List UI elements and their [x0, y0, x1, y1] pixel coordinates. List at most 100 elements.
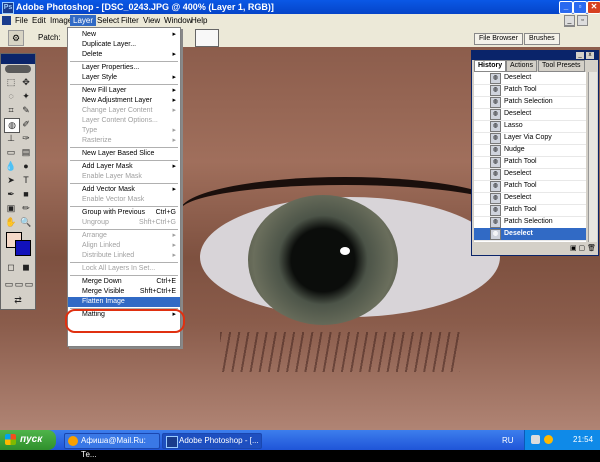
menu-edit[interactable]: Edit [29, 15, 49, 26]
layer-menu-item-add-layer-mask[interactable]: Add Layer Mask ▸ [68, 162, 180, 172]
menu-help[interactable]: Help [188, 15, 210, 26]
hand-tool-icon[interactable]: ✋ [4, 216, 18, 229]
history-brush-tool-icon[interactable]: ✑ [19, 132, 33, 145]
taskbar-item-photoshop[interactable]: Adobe Photoshop - [... [162, 433, 262, 449]
layer-menu-item-add-vector-mask[interactable]: Add Vector Mask ▸ [68, 185, 180, 195]
shape-tool-icon[interactable]: ■ [19, 188, 33, 201]
slice-tool-icon[interactable]: ✎ [19, 104, 33, 117]
history-state-row[interactable]: ◍ Deselect [474, 168, 586, 181]
background-color-swatch[interactable] [15, 240, 31, 256]
layer-menu-item-flatten-image[interactable]: Flatten Image [68, 297, 180, 307]
submenu-arrow-icon: ▸ [172, 137, 176, 144]
browser-icon [68, 436, 78, 446]
gradient-tool-icon[interactable]: ▤ [19, 146, 33, 159]
layer-menu-item-duplicate-layer[interactable]: Duplicate Layer... [68, 40, 180, 50]
history-state-row[interactable]: ◍ Patch Tool [474, 84, 586, 97]
zoom-tool-icon[interactable]: 🔍 [19, 216, 33, 229]
layer-menu-item-new-adjustment-layer[interactable]: New Adjustment Layer ▸ [68, 96, 180, 106]
history-state-row[interactable]: ◍ Patch Tool [474, 204, 586, 217]
history-state-row[interactable]: ◍ Patch Tool [474, 180, 586, 193]
tab-history[interactable]: History [474, 60, 507, 72]
tab-actions[interactable]: Actions [506, 60, 537, 72]
maximize-button[interactable]: ▫ [573, 1, 587, 14]
history-state-row[interactable]: ◍ Layer Via Copy [474, 132, 586, 145]
type-tool-icon[interactable]: T [19, 174, 33, 187]
menu-layer[interactable]: Layer [70, 15, 97, 26]
adobe-online-button[interactable] [5, 65, 31, 73]
jump-to-imageready-icon[interactable]: ⇄ [11, 294, 25, 307]
tab-tool-presets[interactable]: Tool Presets [538, 60, 585, 72]
standard-mode-icon[interactable]: ◻ [4, 261, 18, 274]
tab-file-browser[interactable]: File Browser [474, 33, 523, 45]
history-state-row[interactable]: ◍ Deselect [474, 192, 586, 205]
language-indicator[interactable]: RU [502, 436, 514, 445]
new-document-from-state-icon[interactable]: ▢ [579, 245, 586, 252]
pattern-swatch[interactable] [195, 29, 219, 47]
delete-state-icon[interactable]: 🗑 [587, 245, 596, 252]
layer-menu-item-layer-style[interactable]: Layer Style ▸ [68, 73, 180, 83]
history-state-icon: ◍ [490, 193, 501, 204]
tab-brushes[interactable]: Brushes [524, 33, 560, 45]
eraser-tool-icon[interactable]: ▭ [4, 146, 18, 159]
history-state-row[interactable]: ◍ Deselect [474, 72, 586, 85]
clone-stamp-tool-icon[interactable]: ⊥ [4, 132, 18, 145]
menu-item-label: New Fill Layer [82, 87, 127, 94]
history-state-row[interactable]: ◍ Patch Tool [474, 156, 586, 169]
history-state-row[interactable]: ◍ Deselect [474, 228, 586, 241]
menu-item-label: Ungroup [82, 219, 109, 226]
palette-close-icon[interactable]: x [586, 52, 594, 59]
taskbar-item-label: Афиша@Mail.Ru: Те... [81, 436, 146, 459]
history-scrollbar[interactable] [588, 72, 597, 242]
patch-tool-icon[interactable]: ◍ [4, 118, 20, 133]
history-state-label: Nudge [504, 146, 525, 153]
toolbox-header[interactable] [1, 54, 35, 64]
layer-menu-item-merge-visible[interactable]: Merge Visible Shft+Ctrl+E [68, 287, 180, 297]
menu-separator [70, 61, 178, 62]
close-button[interactable]: ✕ [587, 1, 600, 14]
history-state-label: Patch Selection [504, 218, 553, 225]
doc-minimize-icon[interactable]: _ [564, 15, 575, 26]
taskbar-item-label: Adobe Photoshop - [... [179, 436, 259, 445]
history-state-row[interactable]: ◍ Patch Selection [474, 96, 586, 109]
quick-mask-mode-icon[interactable]: ◼ [19, 261, 33, 274]
layer-menu-item-new[interactable]: New ▸ [68, 30, 180, 40]
doc-restore-icon[interactable]: ▫ [577, 15, 588, 26]
history-state-row[interactable]: ◍ Lasso [474, 120, 586, 133]
layer-menu-item-layer-properties[interactable]: Layer Properties... [68, 63, 180, 73]
menu-view[interactable]: View [140, 15, 163, 26]
lasso-tool-icon[interactable]: ◌ [4, 90, 18, 103]
marquee-tool-icon[interactable]: ⬚ [4, 76, 18, 89]
layer-menu-item-delete[interactable]: Delete ▸ [68, 50, 180, 60]
ps-menu-icon[interactable] [2, 16, 11, 25]
history-state-label: Patch Tool [504, 206, 537, 213]
layer-menu-item-new-fill-layer[interactable]: New Fill Layer ▸ [68, 86, 180, 96]
layer-menu-item-new-layer-based-slice[interactable]: New Layer Based Slice [68, 149, 180, 159]
dodge-tool-icon[interactable]: ● [19, 160, 33, 173]
minimize-button[interactable]: _ [559, 1, 573, 14]
layer-menu-item-group-with-previous[interactable]: Group with Previous Ctrl+G [68, 208, 180, 218]
menu-filter[interactable]: Filter [118, 15, 142, 26]
pen-tool-icon[interactable]: ✒ [4, 188, 18, 201]
tray-icon-1[interactable] [531, 435, 540, 444]
brush-tool-icon[interactable]: ✐ [19, 118, 33, 131]
move-tool-icon[interactable]: ✥ [19, 76, 33, 89]
new-snapshot-icon[interactable]: ▣ [570, 245, 577, 252]
notes-tool-icon[interactable]: ▣ [4, 202, 18, 215]
magic-wand-tool-icon[interactable]: ✦ [19, 90, 33, 103]
patch-tool-preset-icon[interactable]: ⚙ [8, 30, 24, 46]
history-state-icon: ◍ [490, 133, 501, 144]
taskbar-item-browser[interactable]: Афиша@Mail.Ru: Те... [64, 433, 160, 459]
path-selection-tool-icon[interactable]: ➤ [4, 174, 18, 187]
eyedropper-tool-icon[interactable]: ✏ [19, 202, 33, 215]
crop-tool-icon[interactable]: ⌗ [4, 104, 18, 117]
palette-minimize-icon[interactable]: _ [576, 52, 584, 59]
blur-tool-icon[interactable]: 💧 [4, 160, 18, 173]
history-state-row[interactable]: ◍ Patch Selection [474, 216, 586, 229]
history-state-row[interactable]: ◍ Deselect [474, 108, 586, 121]
layer-menu-item-merge-down[interactable]: Merge Down Ctrl+E [68, 277, 180, 287]
start-button[interactable]: пуск [0, 430, 56, 450]
menu-item-shortcut: Shft+Ctrl+G [139, 219, 176, 226]
history-state-row[interactable]: ◍ Nudge [474, 144, 586, 157]
tray-icon-2[interactable] [544, 435, 553, 444]
screen-mode-full-icon[interactable]: ▭ [22, 278, 36, 291]
